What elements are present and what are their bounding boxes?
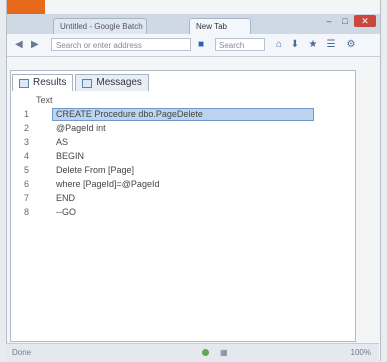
table-row[interactable]: 6 where [PageId]=@PageId [20,178,318,191]
row-number: 4 [24,151,30,161]
url-input[interactable]: Search or enter address [51,38,191,51]
tab-results-label: Results [33,77,67,88]
tab-messages-label: Messages [96,77,142,88]
status-text: Done [12,348,32,357]
grid-icon [19,78,29,88]
home-icon[interactable]: ⌂ [273,38,285,51]
row-number: 3 [24,137,30,147]
row-number: 2 [24,123,30,133]
table-row[interactable]: 8 --GO [20,206,318,219]
browser-tab-label: Untitled - Google Batch [60,22,143,31]
menu-icon[interactable]: ☰ [325,38,337,51]
bookmark-icon[interactable]: ★ [307,38,319,51]
tab-messages[interactable]: Messages [75,74,149,91]
row-text[interactable]: where [PageId]=@PageId [56,178,159,191]
settings-icon[interactable]: ⚙ [345,38,357,51]
browser-tab-label: New Tab [196,22,227,31]
close-button[interactable]: ✕ [354,15,376,27]
browser-tab[interactable]: Untitled - Google Batch [53,18,147,34]
table-row[interactable]: 1 CREATE Procedure dbo.PageDelete [20,108,318,121]
status-bar: Done ▦ 100% [6,343,379,362]
row-text[interactable]: CREATE Procedure dbo.PageDelete [56,108,203,121]
table-row[interactable]: 5 Delete From [Page] [20,164,318,177]
row-text[interactable]: BEGIN [56,150,84,163]
column-header-text: Text [36,95,53,105]
window-controls: – □ ✕ [322,15,376,27]
row-number: 5 [24,165,30,175]
table-row[interactable]: 2 @PageId int [20,122,318,135]
grid-icon: ▦ [220,348,228,357]
app-menu-button[interactable] [7,0,45,14]
row-text[interactable]: @PageId int [56,122,106,135]
table-row[interactable]: 3 AS [20,136,318,149]
forward-icon[interactable]: ▶ [31,39,39,50]
results-tab-strip: Results Messages [12,74,149,91]
table-row[interactable]: 4 BEGIN [20,150,318,163]
row-number: 6 [24,179,30,189]
row-text[interactable]: END [56,192,75,205]
download-icon[interactable]: ⬇ [289,38,301,51]
tab-results[interactable]: Results [12,74,74,91]
page-icon[interactable]: ■ [195,38,207,51]
address-bar: ◀ ▶ Search or enter address ■ Search ⌂ ⬇… [7,34,380,57]
minimize-button[interactable]: – [322,15,336,27]
search-input[interactable]: Search [215,38,265,51]
browser-tab[interactable]: New Tab [189,18,251,34]
back-icon[interactable]: ◀ [15,39,23,50]
table-row[interactable]: 7 END [20,192,318,205]
browser-tab-strip: Untitled - Google Batch New Tab [7,18,251,34]
row-text[interactable]: AS [56,136,68,149]
row-number: 1 [24,109,30,119]
status-indicator-icon [202,349,209,356]
row-text[interactable]: --GO [56,206,76,219]
zoom-level[interactable]: 100% [351,344,371,362]
row-text[interactable]: Delete From [Page] [56,164,134,177]
row-number: 7 [24,193,30,203]
row-number: 8 [24,207,30,217]
message-icon [82,78,93,88]
maximize-button[interactable]: □ [338,15,352,27]
